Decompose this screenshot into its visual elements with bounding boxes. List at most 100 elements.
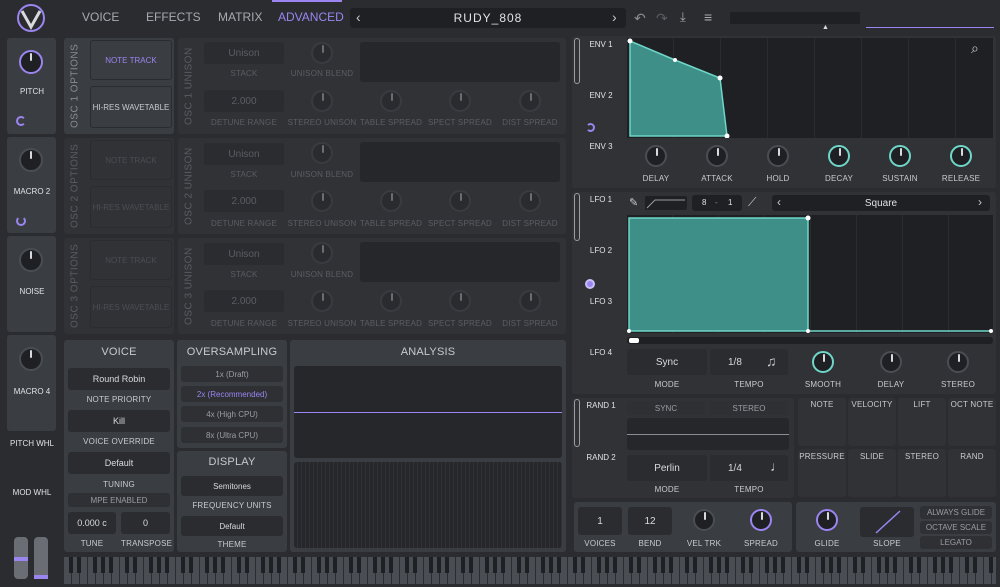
macro-2-knob[interactable] <box>19 148 43 172</box>
tab-env-1[interactable]: ENV 1 <box>578 40 624 49</box>
env-release-knob[interactable] <box>950 145 972 167</box>
lfo-smooth-icon[interactable]: ⟋ <box>748 195 756 210</box>
osc-2-detune-value[interactable]: 2.000 <box>204 190 284 212</box>
lfo-grid-y[interactable]: 1 <box>728 198 732 207</box>
lfo-stereo-knob[interactable] <box>947 351 969 373</box>
lfo-shape-next-icon[interactable]: › <box>978 195 982 209</box>
lfo-shape-selector[interactable]: ‹ Square › <box>772 195 990 211</box>
osc-1-blend-knob[interactable] <box>311 42 333 64</box>
osc-1-detune-value[interactable]: 2.000 <box>204 90 284 112</box>
preset-browser[interactable]: ‹ RUDY_808 › <box>350 8 626 28</box>
osc-2-stack-value[interactable]: Unison <box>204 143 284 165</box>
macro-noise-knob[interactable] <box>19 248 43 272</box>
lfo-shape-preview[interactable] <box>645 196 687 210</box>
always-glide-button[interactable]: ALWAYS GLIDE <box>920 506 992 519</box>
tab-rand-1[interactable]: RAND 1 <box>578 401 624 410</box>
lfo-mode-value[interactable]: Sync <box>627 349 707 375</box>
pitch-wheel[interactable] <box>14 537 28 579</box>
tab-lfo-4[interactable]: LFO 4 <box>578 348 624 357</box>
osc-2-hires-button[interactable]: HI-RES WAVETABLE <box>90 186 172 228</box>
osc-2-blend-knob[interactable] <box>311 142 333 164</box>
osc-3-stereo-knob[interactable] <box>311 290 333 312</box>
macro-pitch-knob[interactable] <box>19 50 43 74</box>
preset-next-button[interactable]: › <box>612 9 617 25</box>
transpose-value[interactable]: 0 <box>121 512 170 534</box>
mod-wheel[interactable] <box>34 537 48 579</box>
rand-tempo-note-icon[interactable]: ♩ <box>770 458 784 474</box>
osc-2-stereo-knob[interactable] <box>311 190 333 212</box>
slope-graph[interactable] <box>860 507 914 537</box>
osc-1-stack-value[interactable]: Unison <box>204 42 284 64</box>
frequency-units-value[interactable]: Semitones <box>181 476 283 496</box>
zoom-icon[interactable]: ⌕ <box>971 40 979 57</box>
macro-4-knob[interactable] <box>19 347 43 371</box>
env-attack-knob[interactable] <box>706 145 728 167</box>
lfo-pencil-icon[interactable]: ✎ <box>629 196 638 209</box>
lfo-phase-bar[interactable] <box>627 337 993 344</box>
menu-icon[interactable]: ≡ <box>704 9 712 25</box>
osc-1-note-track-button[interactable]: NOTE TRACK <box>90 40 172 80</box>
env-decay-knob[interactable] <box>828 145 850 167</box>
tab-matrix[interactable]: MATRIX <box>218 10 262 24</box>
oversampling-option-4x[interactable]: 4x (High CPU) <box>181 406 283 422</box>
volume-meter[interactable] <box>730 12 860 24</box>
osc-2-table-knob[interactable] <box>380 190 402 212</box>
spread-knob[interactable] <box>750 509 772 531</box>
rand-stereo-button[interactable]: STEREO <box>710 401 788 415</box>
voices-value[interactable]: 1 <box>578 507 622 535</box>
envelope-graph[interactable]: ⌕ <box>627 38 993 138</box>
osc-1-hires-button[interactable]: HI-RES WAVETABLE <box>90 86 172 128</box>
osc-3-spect-knob[interactable] <box>449 290 471 312</box>
tab-effects[interactable]: EFFECTS <box>146 10 201 24</box>
osc-1-stereo-knob[interactable] <box>311 90 333 112</box>
tab-env-2[interactable]: ENV 2 <box>578 91 624 100</box>
octave-scale-button[interactable]: OCTAVE SCALE <box>920 521 992 534</box>
osc-3-stack-value[interactable]: Unison <box>204 243 284 265</box>
rand-mode-value[interactable]: Perlin <box>627 455 707 481</box>
oversampling-option-2x[interactable]: 2x (Recommended) <box>181 386 283 402</box>
voice-override-value[interactable]: Kill <box>68 410 170 432</box>
oversampling-option-1x[interactable]: 1x (Draft) <box>181 366 283 382</box>
osc-3-table-knob[interactable] <box>380 290 402 312</box>
lfo-grid-control[interactable]: 8 - 1 <box>692 195 742 211</box>
osc-2-spect-knob[interactable] <box>449 190 471 212</box>
osc-3-dist-knob[interactable] <box>519 290 541 312</box>
legato-button[interactable]: LEGATO <box>920 536 992 549</box>
tab-lfo-1[interactable]: LFO 1 <box>578 195 624 204</box>
osc-3-detune-value[interactable]: 2.000 <box>204 290 284 312</box>
osc-1-spect-knob[interactable] <box>449 90 471 112</box>
tab-env-3[interactable]: ENV 3 <box>578 142 624 151</box>
lfo-delay-knob[interactable] <box>880 351 902 373</box>
lfo-tempo-note-icon[interactable]: ♫ <box>766 353 777 369</box>
tune-value[interactable]: 0.000 c <box>68 512 116 534</box>
vel-trk-knob[interactable] <box>693 509 715 531</box>
tuning-value[interactable]: Default <box>68 452 170 474</box>
tab-lfo-3[interactable]: LFO 3 <box>578 297 624 306</box>
bend-value[interactable]: 12 <box>628 507 672 535</box>
osc-3-blend-knob[interactable] <box>311 242 333 264</box>
osc-2-dist-knob[interactable] <box>519 190 541 212</box>
env-delay-knob[interactable] <box>645 145 667 167</box>
oversampling-option-8x[interactable]: 8x (Ultra CPU) <box>181 427 283 443</box>
note-priority-value[interactable]: Round Robin <box>68 368 170 390</box>
osc-3-note-track-button[interactable]: NOTE TRACK <box>90 240 172 280</box>
osc-3-hires-button[interactable]: HI-RES WAVETABLE <box>90 286 172 328</box>
lfo-smooth-knob[interactable] <box>812 351 834 373</box>
save-icon[interactable]: ⤓ <box>680 9 686 25</box>
rand-sync-button[interactable]: SYNC <box>627 401 705 415</box>
osc-1-dist-knob[interactable] <box>519 90 541 112</box>
undo-icon[interactable]: ↶ <box>634 10 646 27</box>
lfo-graph[interactable] <box>627 215 993 333</box>
tab-voice[interactable]: VOICE <box>82 10 119 24</box>
glide-knob[interactable] <box>816 509 838 531</box>
tab-lfo-2[interactable]: LFO 2 <box>578 246 624 255</box>
env-hold-knob[interactable] <box>767 145 789 167</box>
redo-icon[interactable]: ↷ <box>656 10 668 27</box>
env-sustain-knob[interactable] <box>889 145 911 167</box>
osc-1-table-knob[interactable] <box>380 90 402 112</box>
tab-rand-2[interactable]: RAND 2 <box>578 453 624 462</box>
mpe-enabled-button[interactable]: MPE ENABLED <box>68 493 170 507</box>
osc-2-note-track-button[interactable]: NOTE TRACK <box>90 140 172 180</box>
lfo-grid-x[interactable]: 8 <box>702 198 706 207</box>
theme-value[interactable]: Default <box>181 516 283 536</box>
